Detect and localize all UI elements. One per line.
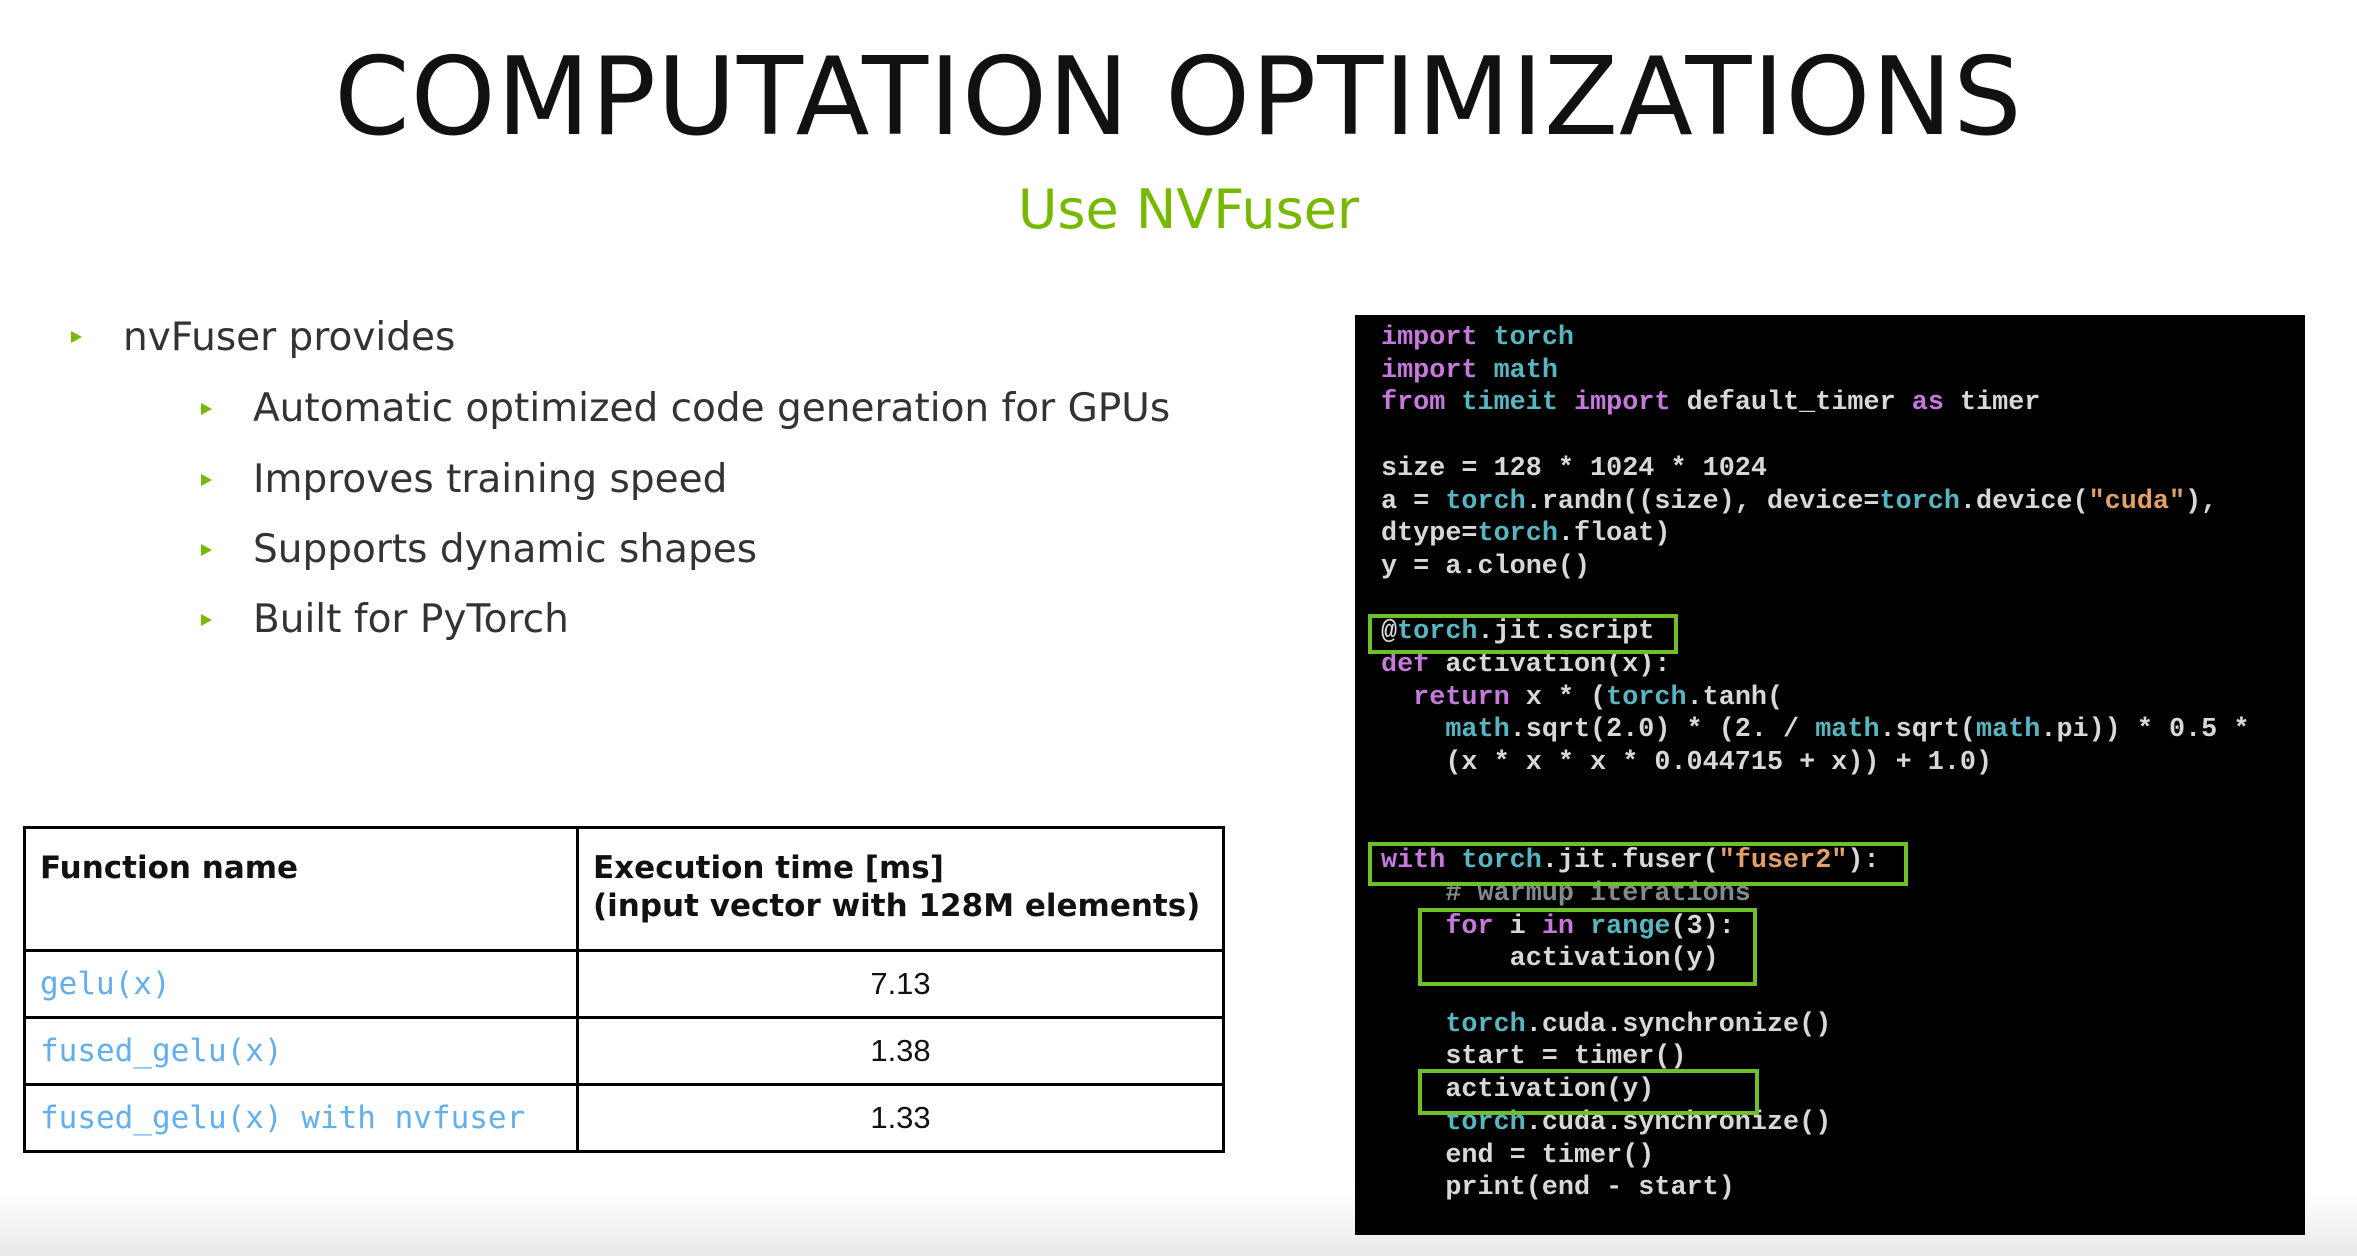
function-name-cell: fused_gelu(x) xyxy=(23,1016,579,1086)
table-row: gelu(x) 7.13 xyxy=(23,949,1225,1019)
sub-bullet-text: Supports dynamic shapes xyxy=(253,527,758,572)
table-header-row: Function name Execution time [ms] (input… xyxy=(23,826,1225,952)
code-line: import math xyxy=(1381,355,1558,386)
code-line: print(end - start) xyxy=(1381,1173,1735,1204)
sub-bullet: Built for PyTorch xyxy=(201,595,569,645)
sub-bullet-text: Improves training speed xyxy=(253,457,728,502)
bullet-main: nvFuser provides xyxy=(71,313,456,363)
execution-time-table: Function name Execution time [ms] (input… xyxy=(23,826,1225,1153)
code-line: torch.cuda.synchronize() xyxy=(1445,1009,1832,1040)
sub-bullet: Improves training speed xyxy=(201,455,728,505)
header-execution-time-line2: (input vector with 128M elements) xyxy=(593,888,1201,924)
bullet-main-text: nvFuser provides xyxy=(123,315,456,360)
execution-time-cell: 1.33 xyxy=(576,1083,1225,1153)
slide-title: COMPUTATION OPTIMIZATIONS xyxy=(334,35,2023,160)
header-function-name: Function name xyxy=(23,826,579,952)
slide-subtitle: Use NVFuser xyxy=(1017,178,1360,241)
code-panel: import torch import math from timeit imp… xyxy=(1355,315,2305,1235)
code-line: a = torch.randn((size), device=torch.dev… xyxy=(1381,486,2218,517)
code-line: start = timer() xyxy=(1381,1042,1687,1073)
code-line: import torch xyxy=(1381,323,1574,353)
bullet-arrow-icon xyxy=(201,614,212,626)
highlight-box-jit-fuser xyxy=(1368,842,1908,886)
sub-bullet-text: Built for PyTorch xyxy=(253,597,569,642)
highlight-box-activation-call xyxy=(1418,1069,1759,1115)
code-line: from timeit import default_timer as time… xyxy=(1381,388,2041,419)
code-line: dtype=torch.float) xyxy=(1381,519,1671,550)
code-line: (x * x * x * 0.044715 + x)) + 1.0) xyxy=(1381,748,1993,779)
bullet-arrow-icon xyxy=(201,544,212,556)
highlight-box-warmup-loop xyxy=(1418,908,1757,986)
header-execution-time-line1: Execution time [ms] xyxy=(593,850,944,886)
function-name-cell: fused_gelu(x) with nvfuser xyxy=(23,1083,579,1153)
code-line: y = a.clone() xyxy=(1381,551,1591,582)
code-line: end = timer() xyxy=(1381,1140,1655,1171)
code-line: math.sqrt(2.0) * (2. / math.sqrt(math.pi… xyxy=(1445,715,2250,746)
highlight-box-jit-script xyxy=(1368,614,1678,654)
execution-time-cell: 1.38 xyxy=(576,1016,1225,1086)
table-row: fused_gelu(x) with nvfuser 1.33 xyxy=(23,1083,1225,1153)
sub-bullet: Automatic optimized code generation for … xyxy=(201,384,1171,434)
bullet-arrow-icon xyxy=(201,474,212,486)
sub-bullet: Supports dynamic shapes xyxy=(201,525,758,575)
table-row: fused_gelu(x) 1.38 xyxy=(23,1016,1225,1086)
sub-bullet-text: Automatic optimized code generation for … xyxy=(253,386,1171,431)
code-line: size = 128 * 1024 * 1024 xyxy=(1381,453,1767,484)
function-name-cell: gelu(x) xyxy=(23,949,579,1019)
header-execution-time: Execution time [ms] (input vector with 1… xyxy=(576,826,1225,952)
bullet-arrow-icon xyxy=(71,331,82,343)
execution-time-cell: 7.13 xyxy=(576,949,1225,1019)
bullet-arrow-icon xyxy=(201,403,212,415)
code-line: return x * (torch.tanh( xyxy=(1413,682,1784,713)
code-line: def activation(x): xyxy=(1381,650,1671,681)
